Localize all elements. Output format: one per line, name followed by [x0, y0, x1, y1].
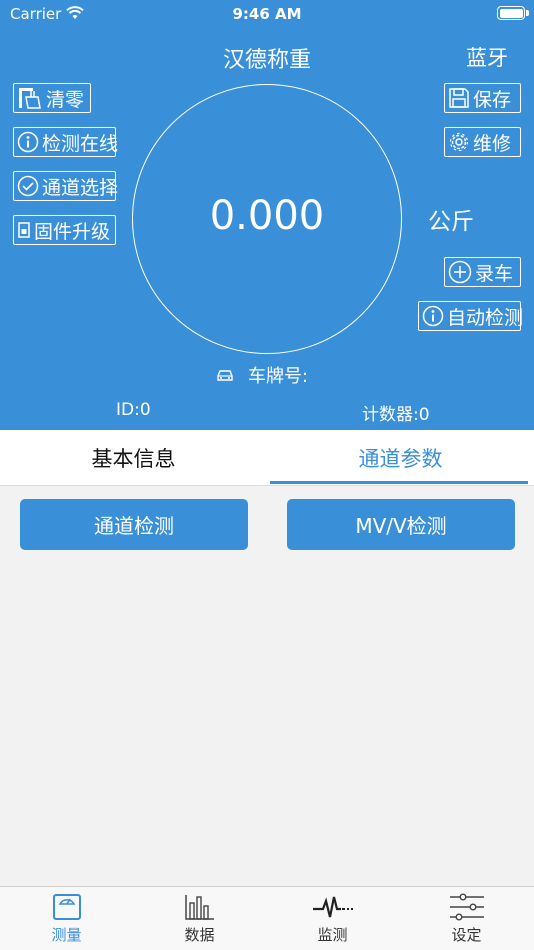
- sliders-icon: [449, 893, 484, 921]
- channel-check-button[interactable]: 通道检测: [20, 499, 248, 550]
- auto-check-button[interactable]: 自动检测: [418, 301, 524, 331]
- save-label: 保存: [473, 88, 512, 111]
- scale-icon: [52, 894, 81, 920]
- pulse-icon: [312, 896, 353, 918]
- tab-underline: [270, 481, 528, 484]
- weight-value: 0.000: [209, 193, 325, 239]
- page-title: 汉德称重: [222, 48, 311, 73]
- info-icon: [17, 131, 39, 153]
- battery-icon: [497, 6, 525, 20]
- car-icon: [217, 370, 233, 381]
- bottom-tab-bar: 测量 数据 监测 设定: [0, 886, 534, 950]
- bottom-tab-data[interactable]: 数据: [133, 887, 266, 950]
- bottom-tab-monitor[interactable]: 监测: [266, 887, 399, 950]
- check-online-button[interactable]: 检测在线: [13, 127, 119, 157]
- bottom-tab-settings[interactable]: 设定: [400, 887, 533, 950]
- counter-readout: 计数器:0: [362, 405, 430, 425]
- repair-label: 维修: [473, 132, 512, 155]
- bar-chart-icon: [184, 895, 214, 920]
- status-bar: Carrier 9:46 AM: [0, 0, 534, 28]
- broom-icon: [19, 88, 41, 109]
- tab-basic-info[interactable]: 基本信息: [0, 430, 267, 486]
- id-readout: ID:0: [116, 400, 151, 420]
- tab-channel-params[interactable]: 通道参数: [267, 430, 534, 486]
- weight-unit: 公斤: [428, 209, 474, 235]
- check-circle-icon: [17, 175, 39, 197]
- floppy-icon: [449, 88, 469, 108]
- bottom-tab-measure[interactable]: 测量: [0, 887, 133, 950]
- firmware-upgrade-button[interactable]: 固件升级: [13, 215, 116, 245]
- chip-icon: [18, 222, 30, 238]
- bottom-tab-label: 数据: [184, 926, 215, 944]
- record-vehicle-label: 录车: [475, 262, 514, 285]
- channel-select-label: 通道选择: [42, 176, 119, 199]
- clear-zero-button[interactable]: 清零: [13, 83, 91, 113]
- clear-zero-label: 清零: [46, 88, 85, 111]
- bottom-tab-label: 监测: [317, 926, 348, 944]
- info-icon: [422, 305, 444, 327]
- auto-check-label: 自动检测: [447, 306, 524, 329]
- header: Carrier 9:46 AM 汉德称重 蓝牙 清零 检测在线 通道选择 固件升…: [0, 0, 534, 430]
- bottom-tab-label: 设定: [451, 926, 482, 944]
- mvv-check-button[interactable]: MV/V检测: [287, 499, 515, 550]
- record-vehicle-button[interactable]: 录车: [444, 257, 521, 287]
- repair-button[interactable]: 维修: [444, 127, 521, 157]
- save-button[interactable]: 保存: [444, 83, 521, 113]
- segment-tabs: 基本信息 通道参数: [0, 430, 534, 486]
- gear-icon: [449, 132, 469, 152]
- status-time: 9:46 AM: [232, 5, 302, 23]
- plate-number[interactable]: 车牌号:: [216, 362, 308, 388]
- firmware-upgrade-label: 固件升级: [34, 220, 111, 243]
- channel-select-button[interactable]: 通道选择: [13, 171, 119, 201]
- plus-circle-icon: [448, 260, 472, 284]
- bottom-tab-label: 测量: [51, 926, 82, 944]
- plate-label: 车牌号:: [248, 366, 309, 387]
- bluetooth-button[interactable]: 蓝牙: [466, 42, 508, 72]
- check-online-label: 检测在线: [42, 132, 119, 155]
